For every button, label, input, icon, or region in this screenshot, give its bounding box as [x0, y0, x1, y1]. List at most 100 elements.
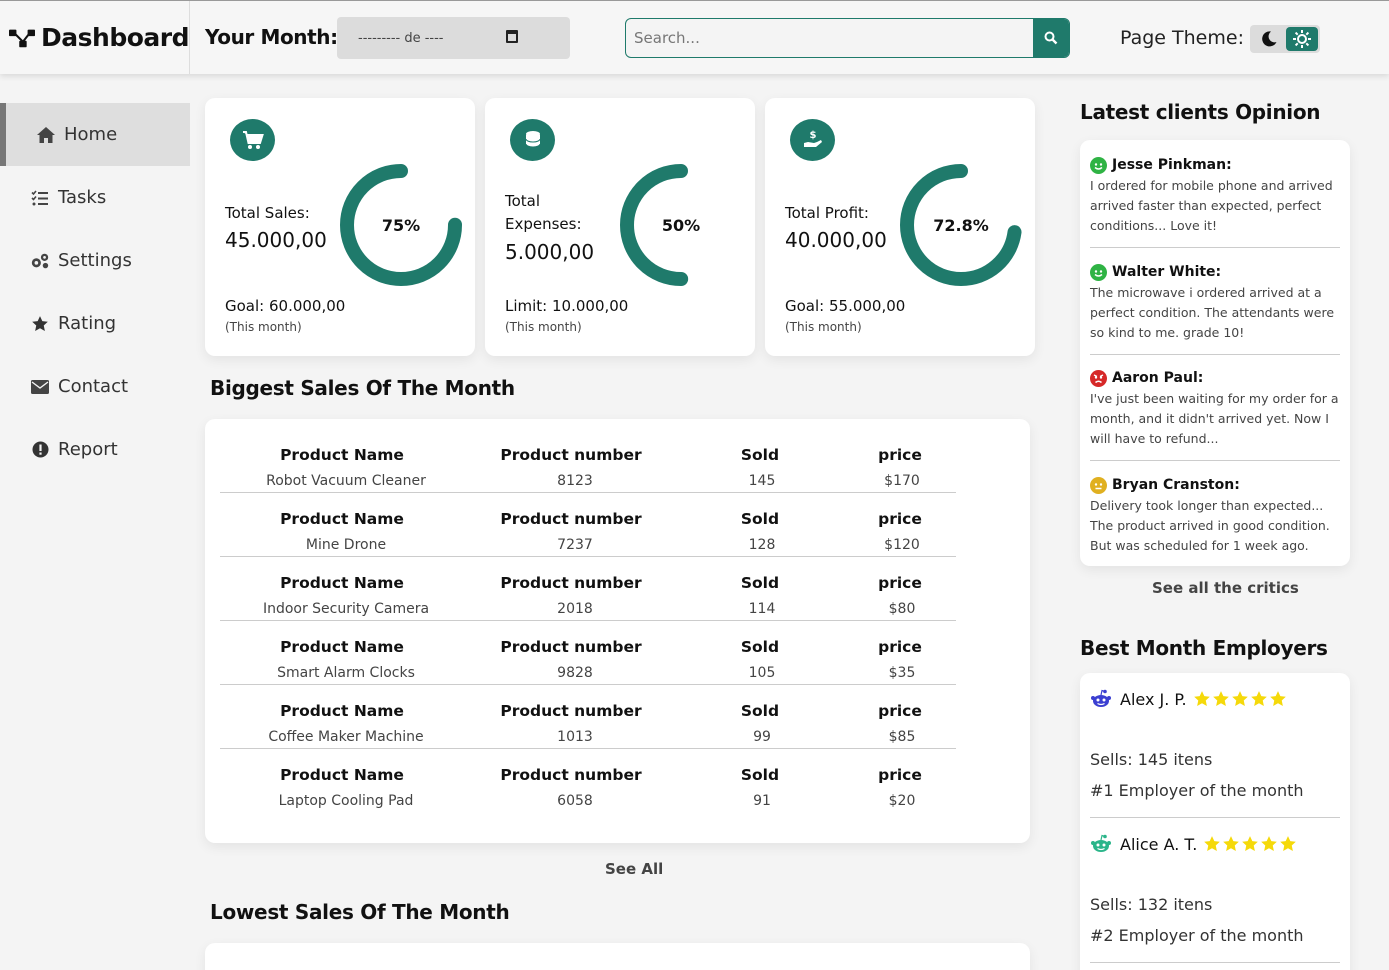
star-icon	[1231, 691, 1248, 706]
top-header: Dashboard Your Month: --------- de ---- …	[0, 0, 1389, 74]
see-all-critics-link[interactable]: See all the critics	[1152, 579, 1299, 597]
reddit-alien-icon	[1090, 834, 1112, 854]
column-header: Product Name	[280, 702, 404, 720]
table-cell: $120	[884, 537, 920, 553]
star-icon	[1223, 836, 1240, 851]
search-input[interactable]	[626, 19, 1034, 57]
employer-item: Alex J. P.	[1090, 687, 1288, 711]
star-icon	[1250, 691, 1267, 706]
sidebar-item-settings[interactable]: Settings	[0, 229, 190, 292]
light-theme-button[interactable]	[1286, 27, 1318, 51]
opinions-title: Latest clients Opinion	[1080, 100, 1321, 124]
opinion-author: Jesse Pinkman:	[1112, 157, 1232, 173]
column-header: Product number	[500, 766, 642, 784]
calendar-icon[interactable]	[506, 30, 518, 43]
sidebar-item-rating[interactable]: Rating	[0, 292, 190, 355]
sidebar-item-home[interactable]: Home	[0, 103, 190, 166]
theme-label: Page Theme:	[1120, 27, 1244, 49]
star-icon	[30, 314, 50, 334]
divider	[1090, 354, 1340, 355]
tasks-icon	[30, 188, 50, 208]
table-cell: $170	[884, 473, 920, 489]
star-icon	[1269, 691, 1286, 706]
table-row[interactable]: Product Name Mine Drone Product number 7237…	[220, 493, 956, 557]
opinion-item: Aaron Paul: I've just been waiting for m…	[1090, 368, 1340, 449]
stat-goal: Goal: 60.000,00	[225, 297, 346, 315]
brand[interactable]: Dashboard	[0, 1, 190, 74]
table-row[interactable]: Product Name Smart Alarm Clocks Product nu…	[220, 621, 956, 685]
column-header: Product Name	[280, 574, 404, 592]
opinion-item: Jesse Pinkman: I ordered for mobile phon…	[1090, 155, 1340, 236]
table-cell: $35	[888, 665, 916, 681]
sidebar-item-report[interactable]: Report	[0, 418, 190, 481]
sidebar-item-contact[interactable]: Contact	[0, 355, 190, 418]
column-header: price	[878, 766, 922, 784]
column-header: price	[878, 446, 922, 464]
divider	[1090, 962, 1340, 963]
stat-goal: Goal: 55.000,00	[785, 297, 906, 315]
table-cell: $20	[888, 793, 916, 809]
opinion-item: Walter White: The microwave i ordered ar…	[1090, 262, 1340, 343]
stat-label: Total Profit:	[785, 204, 869, 222]
stat-value: 40.000,00	[785, 228, 887, 252]
stat-goal: Limit: 10.000,00	[505, 297, 629, 315]
column-header: Product Name	[280, 638, 404, 656]
sitemap-icon	[9, 29, 36, 47]
coins-icon	[510, 119, 555, 161]
divider	[1090, 460, 1340, 461]
envelope-icon	[30, 377, 50, 397]
exclamation-icon	[30, 440, 50, 460]
opinion-author: Walter White:	[1112, 264, 1222, 280]
employers-title: Best Month Employers	[1080, 636, 1328, 660]
table-row[interactable]: Product Name Laptop Cooling Pad Product nu…	[220, 749, 956, 813]
table-cell: Laptop Cooling Pad	[278, 793, 414, 809]
lowest-sales-title: Lowest Sales Of The Month	[210, 900, 510, 924]
svg-text:$: $	[809, 130, 816, 141]
total-sales-card: Total Sales: 45.000,00 75% Goal: 60.000,…	[205, 98, 475, 356]
neutral-face-icon	[1090, 476, 1107, 494]
progress-percent: 75%	[381, 215, 421, 235]
opinion-author: Bryan Cranston:	[1112, 477, 1240, 493]
star-icon	[1212, 691, 1229, 706]
column-header: Product Name	[280, 446, 404, 464]
hand-dollar-icon: $	[790, 119, 835, 161]
employer-name: Alice A. T.	[1120, 834, 1198, 854]
month-picker[interactable]: --------- de ----	[337, 17, 570, 59]
employers-card: Alex J. P. Sells: 145 itens #1 Employer …	[1080, 673, 1350, 970]
table-cell: Mine Drone	[305, 537, 387, 553]
moon-icon	[1262, 31, 1277, 47]
theme-toggle[interactable]	[1250, 25, 1320, 53]
column-header: Product number	[500, 638, 642, 656]
dark-theme-button[interactable]	[1254, 27, 1284, 51]
table-cell: $85	[888, 729, 916, 745]
total-profit-card: $ Total Profit: 40.000,00 72.8% Goal: 55…	[765, 98, 1035, 356]
stat-period: (This month)	[505, 320, 582, 334]
stat-value: 45.000,00	[225, 228, 327, 252]
sidebar-item-label: Report	[58, 439, 118, 460]
column-header: Product number	[500, 574, 642, 592]
employer-rank: #2 Employer of the month	[1090, 926, 1304, 945]
progress-percent: 72.8%	[933, 215, 989, 235]
search-button[interactable]	[1033, 19, 1069, 57]
total-expenses-card: Total Expenses: 5.000,00 50% Limit: 10.0…	[485, 98, 755, 356]
column-header: price	[878, 638, 922, 656]
stat-period: (This month)	[785, 320, 862, 334]
table-row[interactable]: Product Name Coffee Maker Machine Product …	[220, 685, 956, 749]
opinion-author: Aaron Paul:	[1112, 370, 1204, 386]
column-header: price	[878, 574, 922, 592]
sidebar-item-tasks[interactable]: Tasks	[0, 166, 190, 229]
table-row[interactable]: Product Name Indoor Security Camera Produc…	[220, 557, 956, 621]
search-box	[625, 18, 1070, 58]
column-header: Product number	[500, 702, 642, 720]
table-cell: Robot Vacuum Cleaner	[266, 473, 426, 489]
search-icon	[1044, 31, 1058, 45]
sun-icon	[1293, 30, 1311, 48]
home-icon	[36, 125, 56, 145]
see-all-link[interactable]: See All	[605, 860, 663, 878]
star-icon	[1242, 836, 1259, 851]
stat-value: 5.000,00	[505, 240, 595, 264]
cart-icon	[230, 119, 275, 161]
sidebar-item-label: Settings	[58, 250, 132, 271]
table-row[interactable]: Product Name Robot Vacuum Cleaner Product …	[220, 429, 956, 493]
column-header: Product Name	[280, 510, 404, 528]
